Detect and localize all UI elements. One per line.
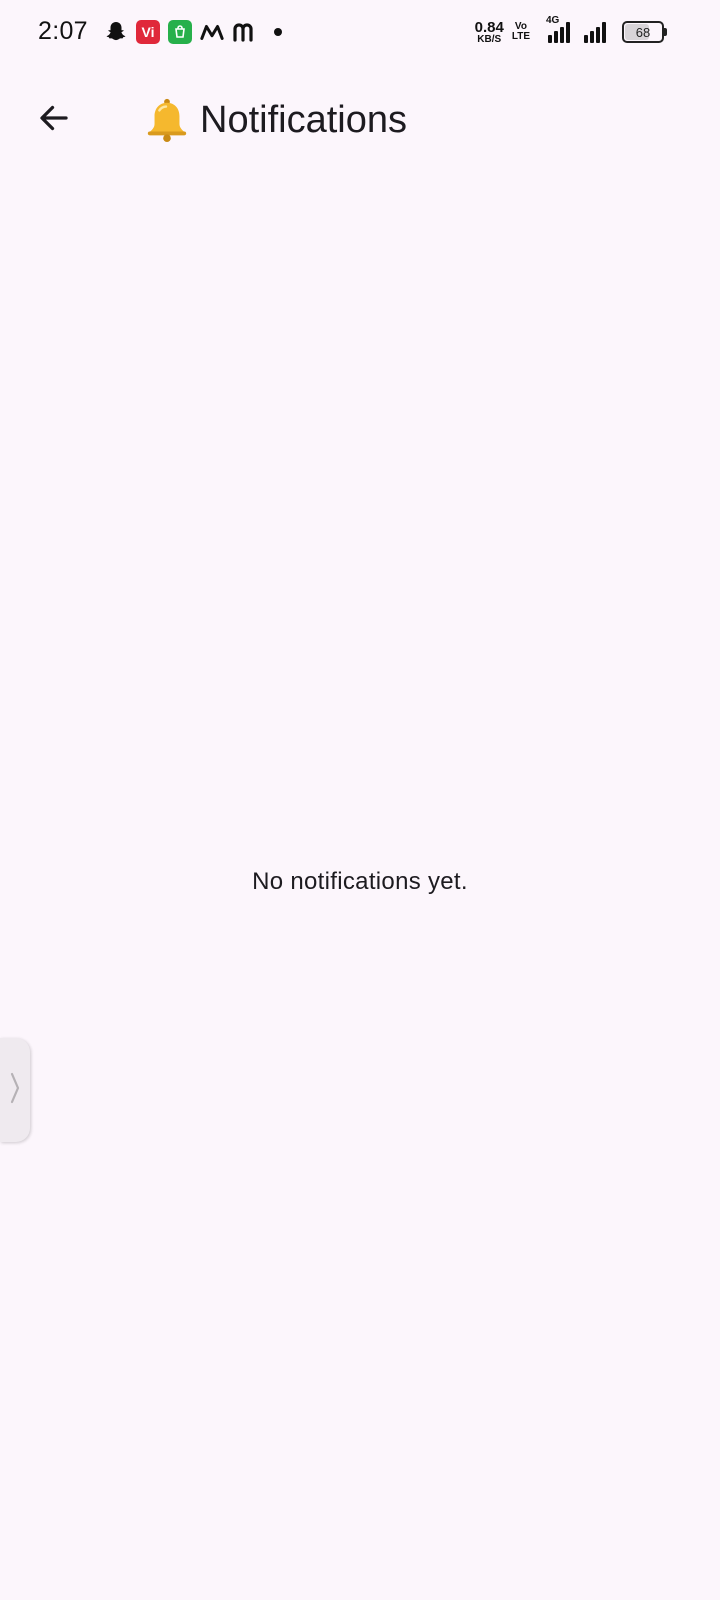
myntra-icon xyxy=(200,20,224,44)
network-speed-value: 0.84 xyxy=(474,18,504,36)
status-time: 2:07 xyxy=(38,17,88,45)
more-notifications-dot xyxy=(274,28,282,36)
network-speed-unit: KB/S xyxy=(477,33,502,45)
vi-app-icon: Vi xyxy=(136,20,160,44)
empty-state-message: No notifications yet. xyxy=(252,868,468,895)
page-title: Notifications xyxy=(144,94,407,146)
app-bar: Notifications xyxy=(0,80,720,160)
shopping-bag-icon xyxy=(168,20,192,44)
signal-strength-icon: 4G xyxy=(546,15,570,43)
snapchat-icon xyxy=(104,20,128,44)
m-app-icon xyxy=(232,20,256,44)
signal-strength-icon-2 xyxy=(584,21,606,43)
network-speed: 0.84 KB/S xyxy=(475,20,504,45)
network-type-label: 4G xyxy=(546,15,560,26)
bell-icon xyxy=(144,97,190,143)
side-panel-handle[interactable] xyxy=(0,1038,30,1142)
page-title-text: Notifications xyxy=(200,98,407,141)
arrow-left-icon xyxy=(36,100,72,141)
volte-icon: Vo LTE xyxy=(512,22,530,42)
chevron-right-icon xyxy=(8,1071,22,1110)
status-bar: 2:07 Vi 0.84 KB/S Vo LTE 4G 68 xyxy=(0,0,720,64)
notification-icons: Vi xyxy=(104,18,282,46)
back-button[interactable] xyxy=(30,96,78,144)
status-indicators: 0.84 KB/S Vo LTE 4G 68 xyxy=(475,15,667,46)
volte-bottom-label: LTE xyxy=(511,31,530,42)
battery-icon: 68 xyxy=(622,21,667,43)
notifications-screen: 2:07 Vi 0.84 KB/S Vo LTE 4G 68 Notificat… xyxy=(0,0,720,1600)
battery-level: 68 xyxy=(635,24,651,40)
